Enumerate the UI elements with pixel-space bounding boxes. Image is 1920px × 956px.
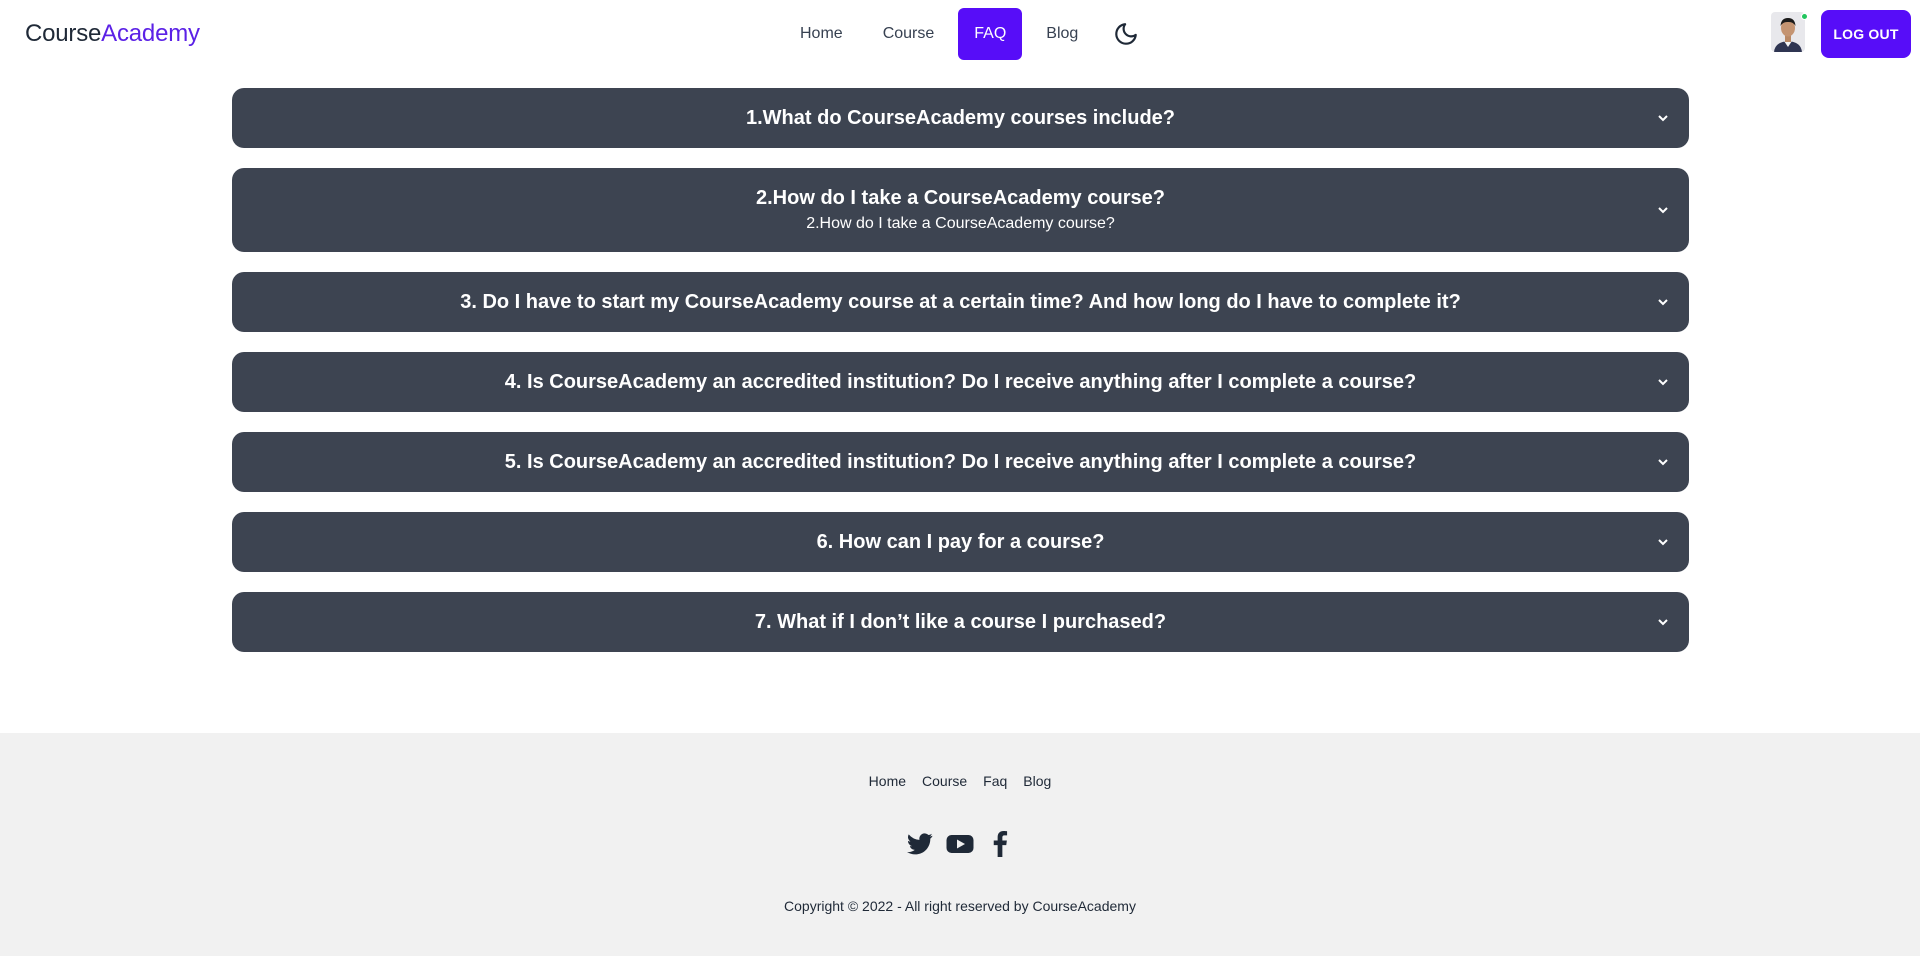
chevron-down-icon	[1658, 299, 1668, 306]
chevron-down-icon	[1658, 459, 1668, 466]
faq-item[interactable]: 6. How can I pay for a course?	[232, 512, 1689, 572]
faq-answer: 2.How do I take a CourseAcademy course?	[806, 215, 1115, 232]
faq-item[interactable]: 5. Is CourseAcademy an accredited instit…	[232, 432, 1689, 492]
faq-item[interactable]: 7. What if I don’t like a course I purch…	[232, 592, 1689, 652]
faq-item[interactable]: 3. Do I have to start my CourseAcademy c…	[232, 272, 1689, 332]
user-avatar[interactable]	[1771, 12, 1808, 52]
youtube-icon[interactable]	[946, 830, 974, 858]
nav-home[interactable]: Home	[784, 8, 859, 60]
chevron-down-icon	[1658, 207, 1668, 214]
nav-blog[interactable]: Blog	[1030, 8, 1094, 60]
moon-icon[interactable]	[1106, 14, 1146, 54]
chevron-down-icon	[1658, 379, 1668, 386]
chevron-down-icon	[1658, 115, 1668, 122]
copyright-text: Copyright © 2022 - All right reserved by…	[784, 898, 1136, 914]
faq-question: 4. Is CourseAcademy an accredited instit…	[504, 371, 1417, 393]
footer-link-home[interactable]: Home	[869, 773, 906, 789]
navbar: CourseAcademy Home Course FAQ Blog LOG O…	[0, 0, 1920, 70]
faq-item[interactable]: 2.How do I take a CourseAcademy course? …	[232, 168, 1689, 252]
faq-question: 2.How do I take a CourseAcademy course?	[755, 187, 1166, 209]
footer: Home Course Faq Blog Copyright © 2022 - …	[0, 733, 1920, 956]
faq-question: 5. Is CourseAcademy an accredited instit…	[504, 451, 1417, 473]
brand-part-2: Academy	[101, 20, 200, 47]
faq-question: 6. How can I pay for a course?	[816, 531, 1105, 553]
faq-item[interactable]: 1.What do CourseAcademy courses include?	[232, 88, 1689, 148]
chevron-down-icon	[1658, 539, 1668, 546]
faq-question: 1.What do CourseAcademy courses include?	[746, 107, 1175, 129]
chevron-down-icon	[1658, 619, 1668, 626]
footer-nav: Home Course Faq Blog	[0, 773, 1920, 789]
main-nav: Home Course FAQ Blog	[784, 8, 1146, 60]
footer-link-faq[interactable]: Faq	[983, 773, 1007, 789]
twitter-icon[interactable]	[906, 830, 934, 858]
social-links	[0, 830, 1920, 858]
faq-item[interactable]: 4. Is CourseAcademy an accredited instit…	[232, 352, 1689, 412]
faq-list: 1.What do CourseAcademy courses include?…	[232, 88, 1689, 672]
faq-question: 7. What if I don’t like a course I purch…	[754, 611, 1167, 633]
nav-course[interactable]: Course	[867, 8, 951, 60]
footer-link-blog[interactable]: Blog	[1023, 773, 1051, 789]
logout-button[interactable]: LOG OUT	[1821, 10, 1911, 58]
brand-logo[interactable]: CourseAcademy	[25, 20, 200, 48]
faq-question: 3. Do I have to start my CourseAcademy c…	[460, 291, 1461, 313]
nav-faq[interactable]: FAQ	[958, 8, 1023, 60]
brand-part-1: Course	[25, 20, 102, 47]
online-status-indicator	[1801, 13, 1808, 20]
avatar	[1771, 12, 1805, 52]
facebook-icon[interactable]	[986, 830, 1014, 858]
footer-link-course[interactable]: Course	[922, 773, 967, 789]
